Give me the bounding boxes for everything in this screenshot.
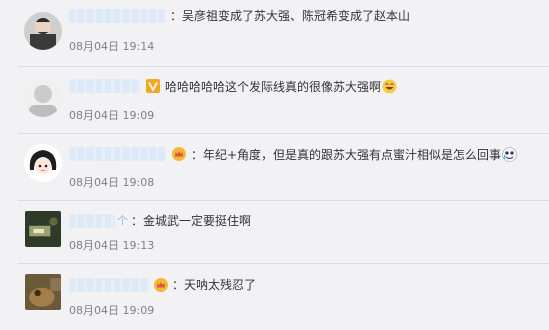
comment-list: ：吴彦祖变成了苏大强、陈冠希变成了赵本山 08月04日 19:14 哈哈哈哈哈这… xyxy=(0,0,549,330)
username-blurred[interactable] xyxy=(69,214,115,228)
comment-item: 哈哈哈哈哈这个发际线真的很像苏大强啊 08月04日 19:09 xyxy=(0,67,549,133)
username-blurred[interactable] xyxy=(69,278,149,292)
comment-timestamp: 08月04日 19:14 xyxy=(69,40,154,53)
comment-text: ：天呐太残忍了 xyxy=(172,278,257,292)
user-avatar[interactable] xyxy=(24,12,62,50)
user-avatar[interactable] xyxy=(25,211,61,247)
comment-text-content: 哈哈哈哈哈这个发际线真的很像苏大强啊 xyxy=(165,80,382,94)
comment-date: 08月04日 xyxy=(69,239,119,252)
comment-text: ：年纪+角度，但是真的跟苏大强有点蜜汁相似是怎么回事 xyxy=(191,147,517,162)
avatar-image xyxy=(24,79,62,117)
comment-timestamp: 08月04日 19:13 xyxy=(69,239,154,252)
crying-laughing-emoji-icon xyxy=(502,147,517,162)
comment-time: 19:09 xyxy=(122,304,155,317)
username-tail: 个 xyxy=(117,214,128,227)
comment-date: 08月04日 xyxy=(69,109,119,122)
comment-timestamp: 08月04日 19:08 xyxy=(69,176,154,189)
username-blurred[interactable] xyxy=(69,147,165,161)
comment-item: 个 ：金城武一定要挺住啊 08月04日 19:13 xyxy=(0,201,549,267)
comment-text: ：吴彦祖变成了苏大强、陈冠希变成了赵本山 xyxy=(170,9,411,23)
comment-item: ：天呐太残忍了 08月04日 19:09 xyxy=(0,264,549,330)
username-blurred[interactable] xyxy=(69,9,165,23)
crown-badge-icon xyxy=(172,147,186,161)
user-avatar[interactable] xyxy=(25,274,61,310)
comment-time: 19:13 xyxy=(122,239,155,252)
comment-item: ：吴彦祖变成了苏大强、陈冠希变成了赵本山 08月04日 19:14 xyxy=(0,0,549,66)
avatar-image xyxy=(24,12,62,50)
comment-time: 19:14 xyxy=(122,40,155,53)
comment-date: 08月04日 xyxy=(69,304,119,317)
user-avatar[interactable] xyxy=(24,144,62,182)
comment-text-content: ：年纪+角度，但是真的跟苏大强有点蜜汁相似是怎么回事 xyxy=(191,148,502,162)
avatar-image xyxy=(25,274,61,310)
user-avatar[interactable] xyxy=(24,79,62,117)
comment-item: ：年纪+角度，但是真的跟苏大强有点蜜汁相似是怎么回事 08月04日 19:08 xyxy=(0,134,549,200)
crown-badge-icon xyxy=(154,278,168,292)
comment-text: 哈哈哈哈哈这个发际线真的很像苏大强啊 xyxy=(165,79,397,94)
vip-v-badge-icon xyxy=(146,79,160,93)
comment-text: ：金城武一定要挺住啊 xyxy=(131,214,252,228)
laughing-emoji-icon xyxy=(382,79,397,94)
comment-date: 08月04日 xyxy=(69,40,119,53)
avatar-image xyxy=(25,211,61,247)
comment-time: 19:08 xyxy=(122,176,155,189)
comment-time: 19:09 xyxy=(122,109,155,122)
comment-timestamp: 08月04日 19:09 xyxy=(69,109,154,122)
avatar-image xyxy=(24,144,62,182)
comment-date: 08月04日 xyxy=(69,176,119,189)
username-blurred[interactable] xyxy=(69,79,141,93)
comment-timestamp: 08月04日 19:09 xyxy=(69,304,154,317)
